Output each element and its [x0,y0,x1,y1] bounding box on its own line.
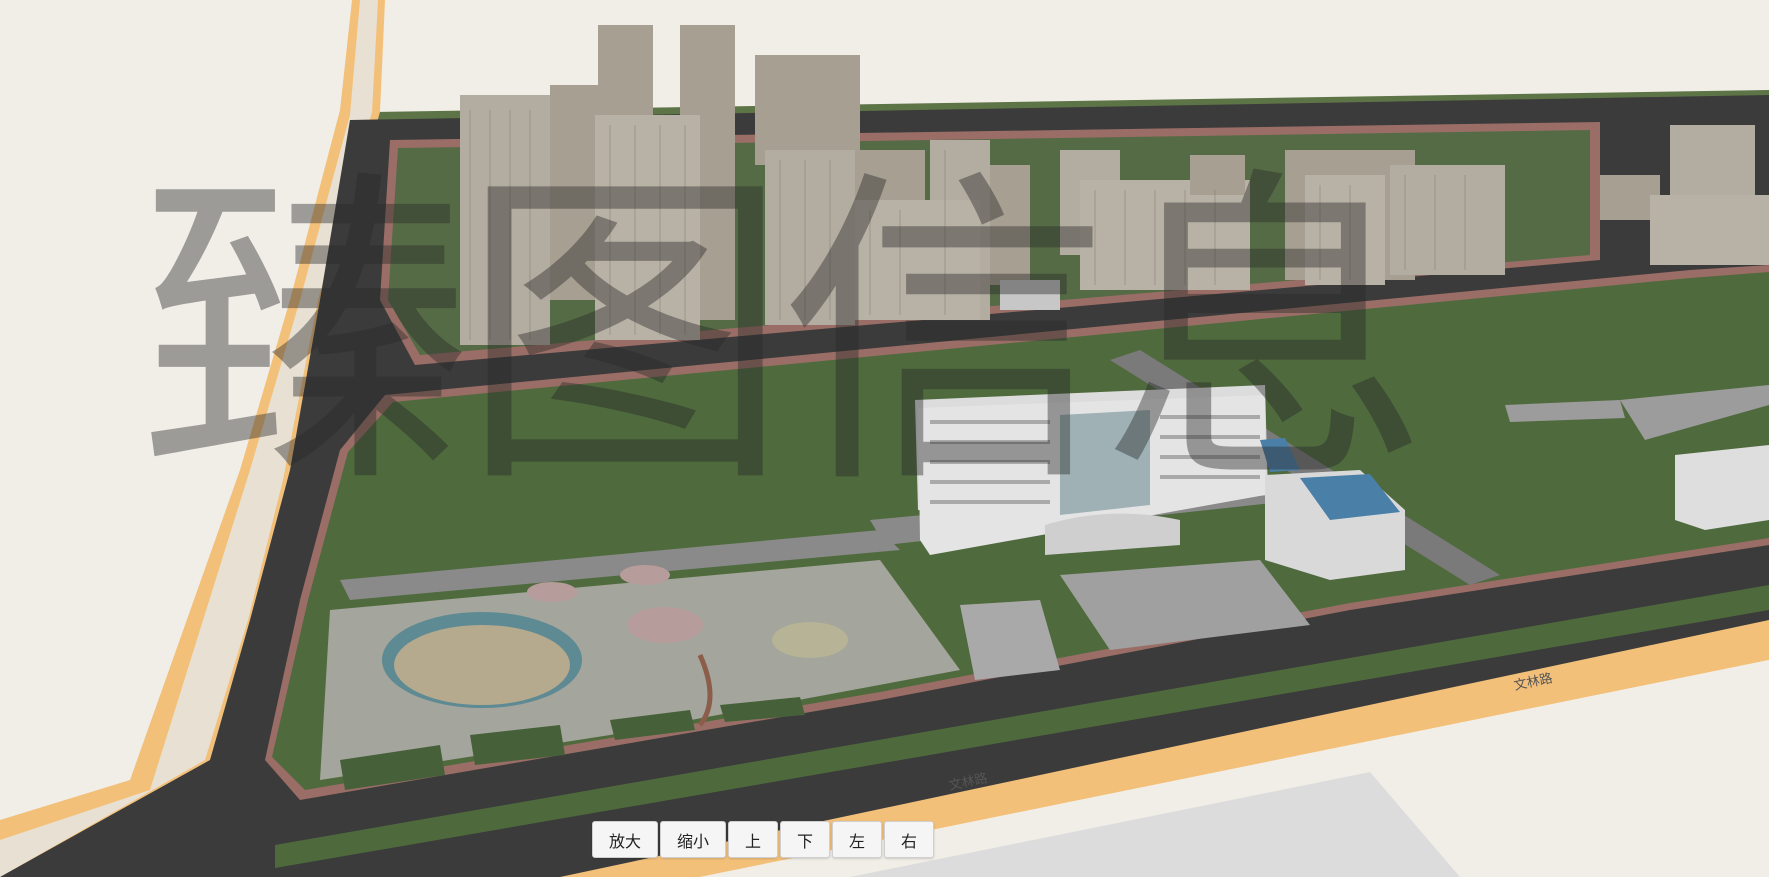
pan-left-button[interactable]: 左 [832,821,882,858]
round-bed-4 [620,565,670,585]
map-controls: 放大 缩小 上 下 左 右 [592,821,934,858]
map-3d-view[interactable]: 文林路 文林路 臻图信息 放大 缩小 上 下 左 右 [0,0,1769,877]
pan-right-button[interactable]: 右 [884,821,934,858]
fountain-center [394,625,570,705]
pan-down-button[interactable]: 下 [780,821,830,858]
pan-up-button[interactable]: 上 [728,821,778,858]
zoom-out-button[interactable]: 缩小 [660,821,726,858]
east-building [1675,445,1769,530]
map-scene[interactable]: 文林路 文林路 [0,0,1769,877]
round-bed-3 [527,582,577,602]
zoom-in-button[interactable]: 放大 [592,821,658,858]
civic-glass-atrium [1060,410,1150,515]
round-bed-2 [772,622,848,658]
round-bed-1 [627,607,703,643]
